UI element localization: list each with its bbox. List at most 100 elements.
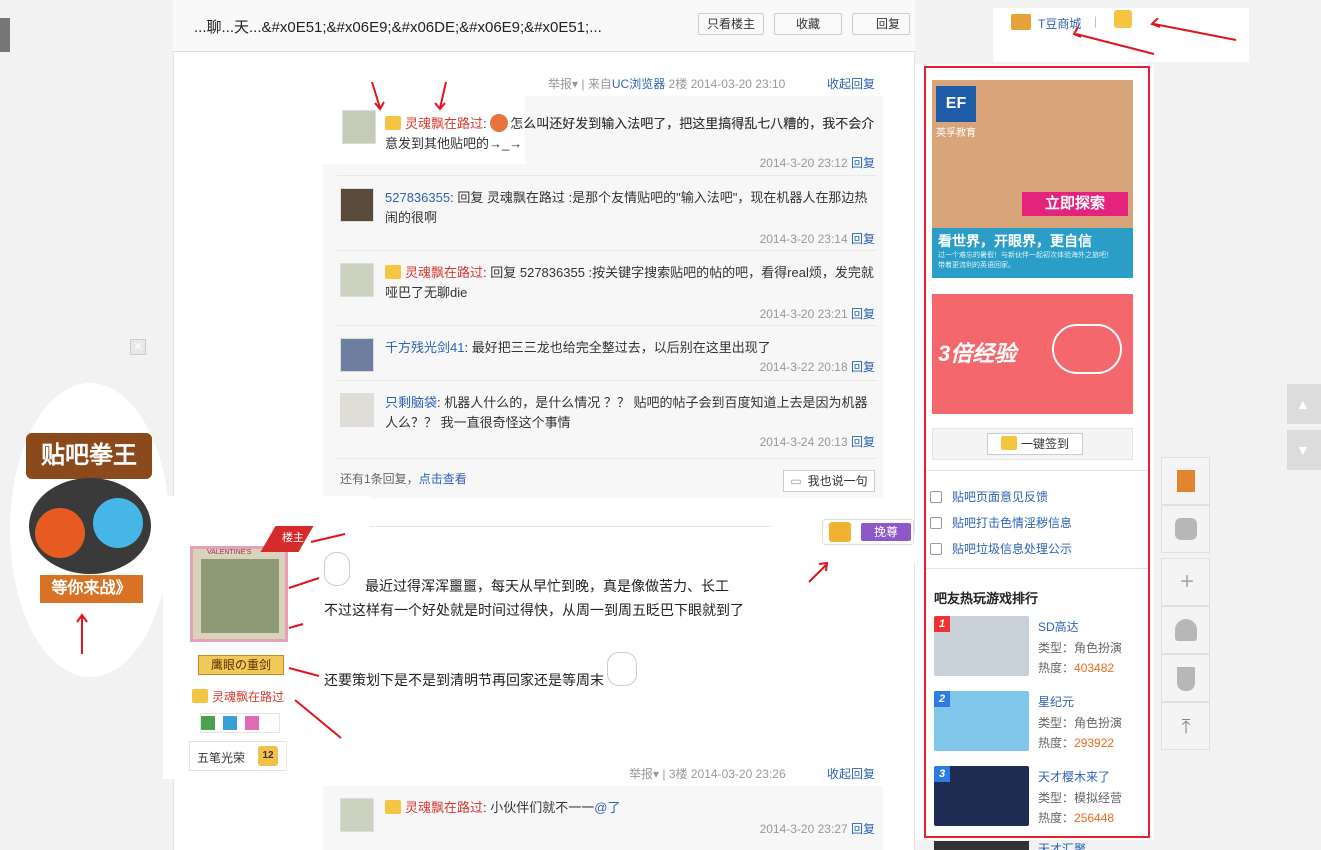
- report-link[interactable]: 举报: [548, 77, 572, 91]
- game-rank-title: 吧友热玩游戏排行: [934, 591, 1039, 606]
- reply-time: 2014-3-22 20:18 回复: [760, 358, 875, 375]
- reply-link[interactable]: 回复: [851, 232, 875, 246]
- username[interactable]: 只剩脑袋: [385, 395, 437, 410]
- arrow-down-icon: ▼: [1296, 442, 1310, 458]
- game-thumbnail[interactable]: 1: [934, 616, 1029, 676]
- op-avatar[interactable]: VALENTINE'S: [190, 546, 288, 642]
- vote-button[interactable]: 挽尊: [861, 523, 911, 541]
- avatar[interactable]: [340, 188, 374, 222]
- avatar[interactable]: [340, 338, 374, 372]
- post-time: 2014-03-20 23:10: [690, 77, 786, 91]
- more-replies-prefix: 还有1条回复，: [340, 472, 419, 486]
- avatar[interactable]: [340, 263, 374, 297]
- user-icon: [1175, 619, 1197, 641]
- only-op-button[interactable]: 只看楼主: [698, 13, 764, 35]
- spam-notice-link[interactable]: 贴吧垃圾信息处理公示: [930, 540, 1072, 557]
- scroll-up-button[interactable]: ▲: [1287, 384, 1321, 424]
- ef-logo: EF: [936, 86, 976, 122]
- divider: [926, 470, 1148, 471]
- avatar[interactable]: [342, 110, 376, 144]
- game-thumbnail[interactable]: 2: [934, 691, 1029, 751]
- game-name[interactable]: 星纪元: [1038, 693, 1074, 710]
- reply-header-label: 回复: [875, 17, 900, 31]
- game-thumbnail-partial[interactable]: [934, 841, 1029, 850]
- say-button[interactable]: ▭ 我也说一句: [783, 470, 875, 492]
- emoji-icon: [490, 114, 509, 132]
- username[interactable]: 灵魂飘在路过: [405, 265, 483, 280]
- divider: [337, 458, 877, 459]
- reply-link[interactable]: 回复: [851, 435, 875, 449]
- ef-ad[interactable]: EF 英孚教育 立即探索 看世界，开眼界，更自信 过一个难忘的暑假！与新伙伴一起…: [932, 80, 1133, 278]
- left-ad-cta[interactable]: 等你来战》: [40, 575, 143, 603]
- username[interactable]: 千方残光剑41: [385, 340, 464, 355]
- reply-text: 千方残光剑41: 最好把三三龙也给完全整过去，以后别在这里出现了: [385, 338, 875, 358]
- op-username: 灵魂飘在路过: [192, 688, 284, 705]
- mask-tool[interactable]: [1161, 505, 1210, 553]
- edit-icon: [930, 491, 942, 503]
- post4-meta: 举报▾ | 3楼 2014-03-20 23:26: [629, 767, 786, 781]
- report-link[interactable]: 举报: [629, 767, 653, 781]
- game-type: 类型：角色扮演: [1038, 714, 1122, 731]
- reply-header-button[interactable]: 回复: [852, 13, 910, 35]
- source-link[interactable]: UC浏览器: [612, 77, 665, 91]
- back-to-top-button[interactable]: ⤒: [1161, 702, 1210, 750]
- reply-text: 527836355: 回复 灵魂飘在路过 :是那个友情贴吧的"输入法吧"，现在机…: [385, 188, 875, 228]
- reply-text-highlight: 灵魂飘在路过: 怎么叫还好发到输入法吧了，把这里搞得乱七八糟的，我不会介意发到其…: [385, 114, 875, 154]
- reply-time: 2014-3-20 23:27 回复: [760, 820, 875, 837]
- reply-text: 灵魂飘在路过: 回复 527836355 :按关键字搜索贴吧的帖的吧，看得rea…: [385, 263, 875, 303]
- avatar-portrait: [201, 559, 279, 633]
- game-thumbnail[interactable]: 3: [934, 766, 1029, 826]
- game-name[interactable]: 天才樱木来了: [1038, 768, 1110, 785]
- reply-time: 2014-3-20 23:14 回复: [760, 230, 875, 247]
- aquarius-icon: [223, 716, 237, 730]
- game-type: 类型：角色扮演: [1038, 639, 1122, 656]
- reply-link[interactable]: 回复: [851, 822, 875, 836]
- game-name-partial[interactable]: 天才汇聚: [1038, 840, 1086, 850]
- crown-shape: [1052, 324, 1122, 374]
- scroll-down-button[interactable]: ▼: [1287, 430, 1321, 470]
- reply-content: 机器人什么的，是什么情况 ？？ 贴吧的帖子会到百度知道上去是因为机器人么？？ 我…: [385, 395, 868, 430]
- vote-widget[interactable]: 挽尊: [822, 519, 914, 545]
- close-icon[interactable]: ✕: [130, 339, 146, 355]
- left-edge-tab[interactable]: [0, 18, 10, 52]
- plus-tool[interactable]: +: [1161, 558, 1210, 606]
- reply-timestamp: 2014-3-24 20:13: [759, 435, 848, 449]
- game-name[interactable]: SD高达: [1038, 618, 1079, 635]
- pisces-icon: [245, 716, 259, 730]
- left-ad-image[interactable]: [29, 478, 151, 574]
- avatar[interactable]: [340, 798, 374, 832]
- username[interactable]: 灵魂飘在路过: [405, 800, 483, 815]
- collect-button[interactable]: 收藏: [774, 13, 842, 35]
- username[interactable]: 灵魂飘在路过: [212, 690, 284, 704]
- reply-link[interactable]: 回复: [851, 360, 875, 374]
- floor-number: 2楼: [668, 77, 688, 91]
- heat-value: 293922: [1074, 736, 1115, 750]
- avatar[interactable]: [340, 393, 374, 427]
- reply-sep: :: [483, 116, 491, 131]
- reply-content: 回复 灵魂飘在路过 :是那个友情贴吧的"输入法吧"，现在机器人在那边热闹的很啊: [385, 190, 868, 225]
- feedback-link[interactable]: 贴吧页面意见反馈: [930, 488, 1048, 505]
- exp-ad[interactable]: 3倍经验: [932, 294, 1133, 414]
- magic-wand-tool[interactable]: [1161, 457, 1210, 505]
- reply-link[interactable]: 回复: [851, 156, 875, 170]
- username[interactable]: 灵魂飘在路过: [405, 116, 483, 131]
- mention-link[interactable]: @了: [594, 800, 620, 815]
- heat-label: 热度：: [1038, 661, 1075, 675]
- more-replies-link[interactable]: 点击查看: [419, 472, 467, 486]
- trash-icon: [930, 543, 942, 555]
- ad-cta-button[interactable]: 立即探索: [1022, 192, 1128, 216]
- game-type: 类型：模拟经营: [1038, 789, 1122, 806]
- user-tool[interactable]: [1161, 606, 1210, 654]
- reply-timestamp: 2014-3-20 23:12: [759, 156, 848, 170]
- report-porn-link[interactable]: 贴吧打击色情淫秽信息: [930, 514, 1072, 531]
- reply-link[interactable]: 回复: [851, 307, 875, 321]
- left-ad-title[interactable]: 贴吧拳王: [26, 433, 152, 479]
- collapse-reply-link[interactable]: 收起回复: [827, 765, 875, 782]
- honor-box[interactable]: 五笔光荣 12: [189, 741, 287, 771]
- type-label: 类型：: [1038, 791, 1075, 805]
- one-click-sign-button[interactable]: 一键签到: [987, 433, 1083, 455]
- mask-icon: [1175, 518, 1197, 540]
- collapse-reply-link[interactable]: 收起回复: [827, 75, 875, 92]
- username[interactable]: 527836355: [385, 190, 450, 205]
- lab-tool[interactable]: [1161, 654, 1210, 702]
